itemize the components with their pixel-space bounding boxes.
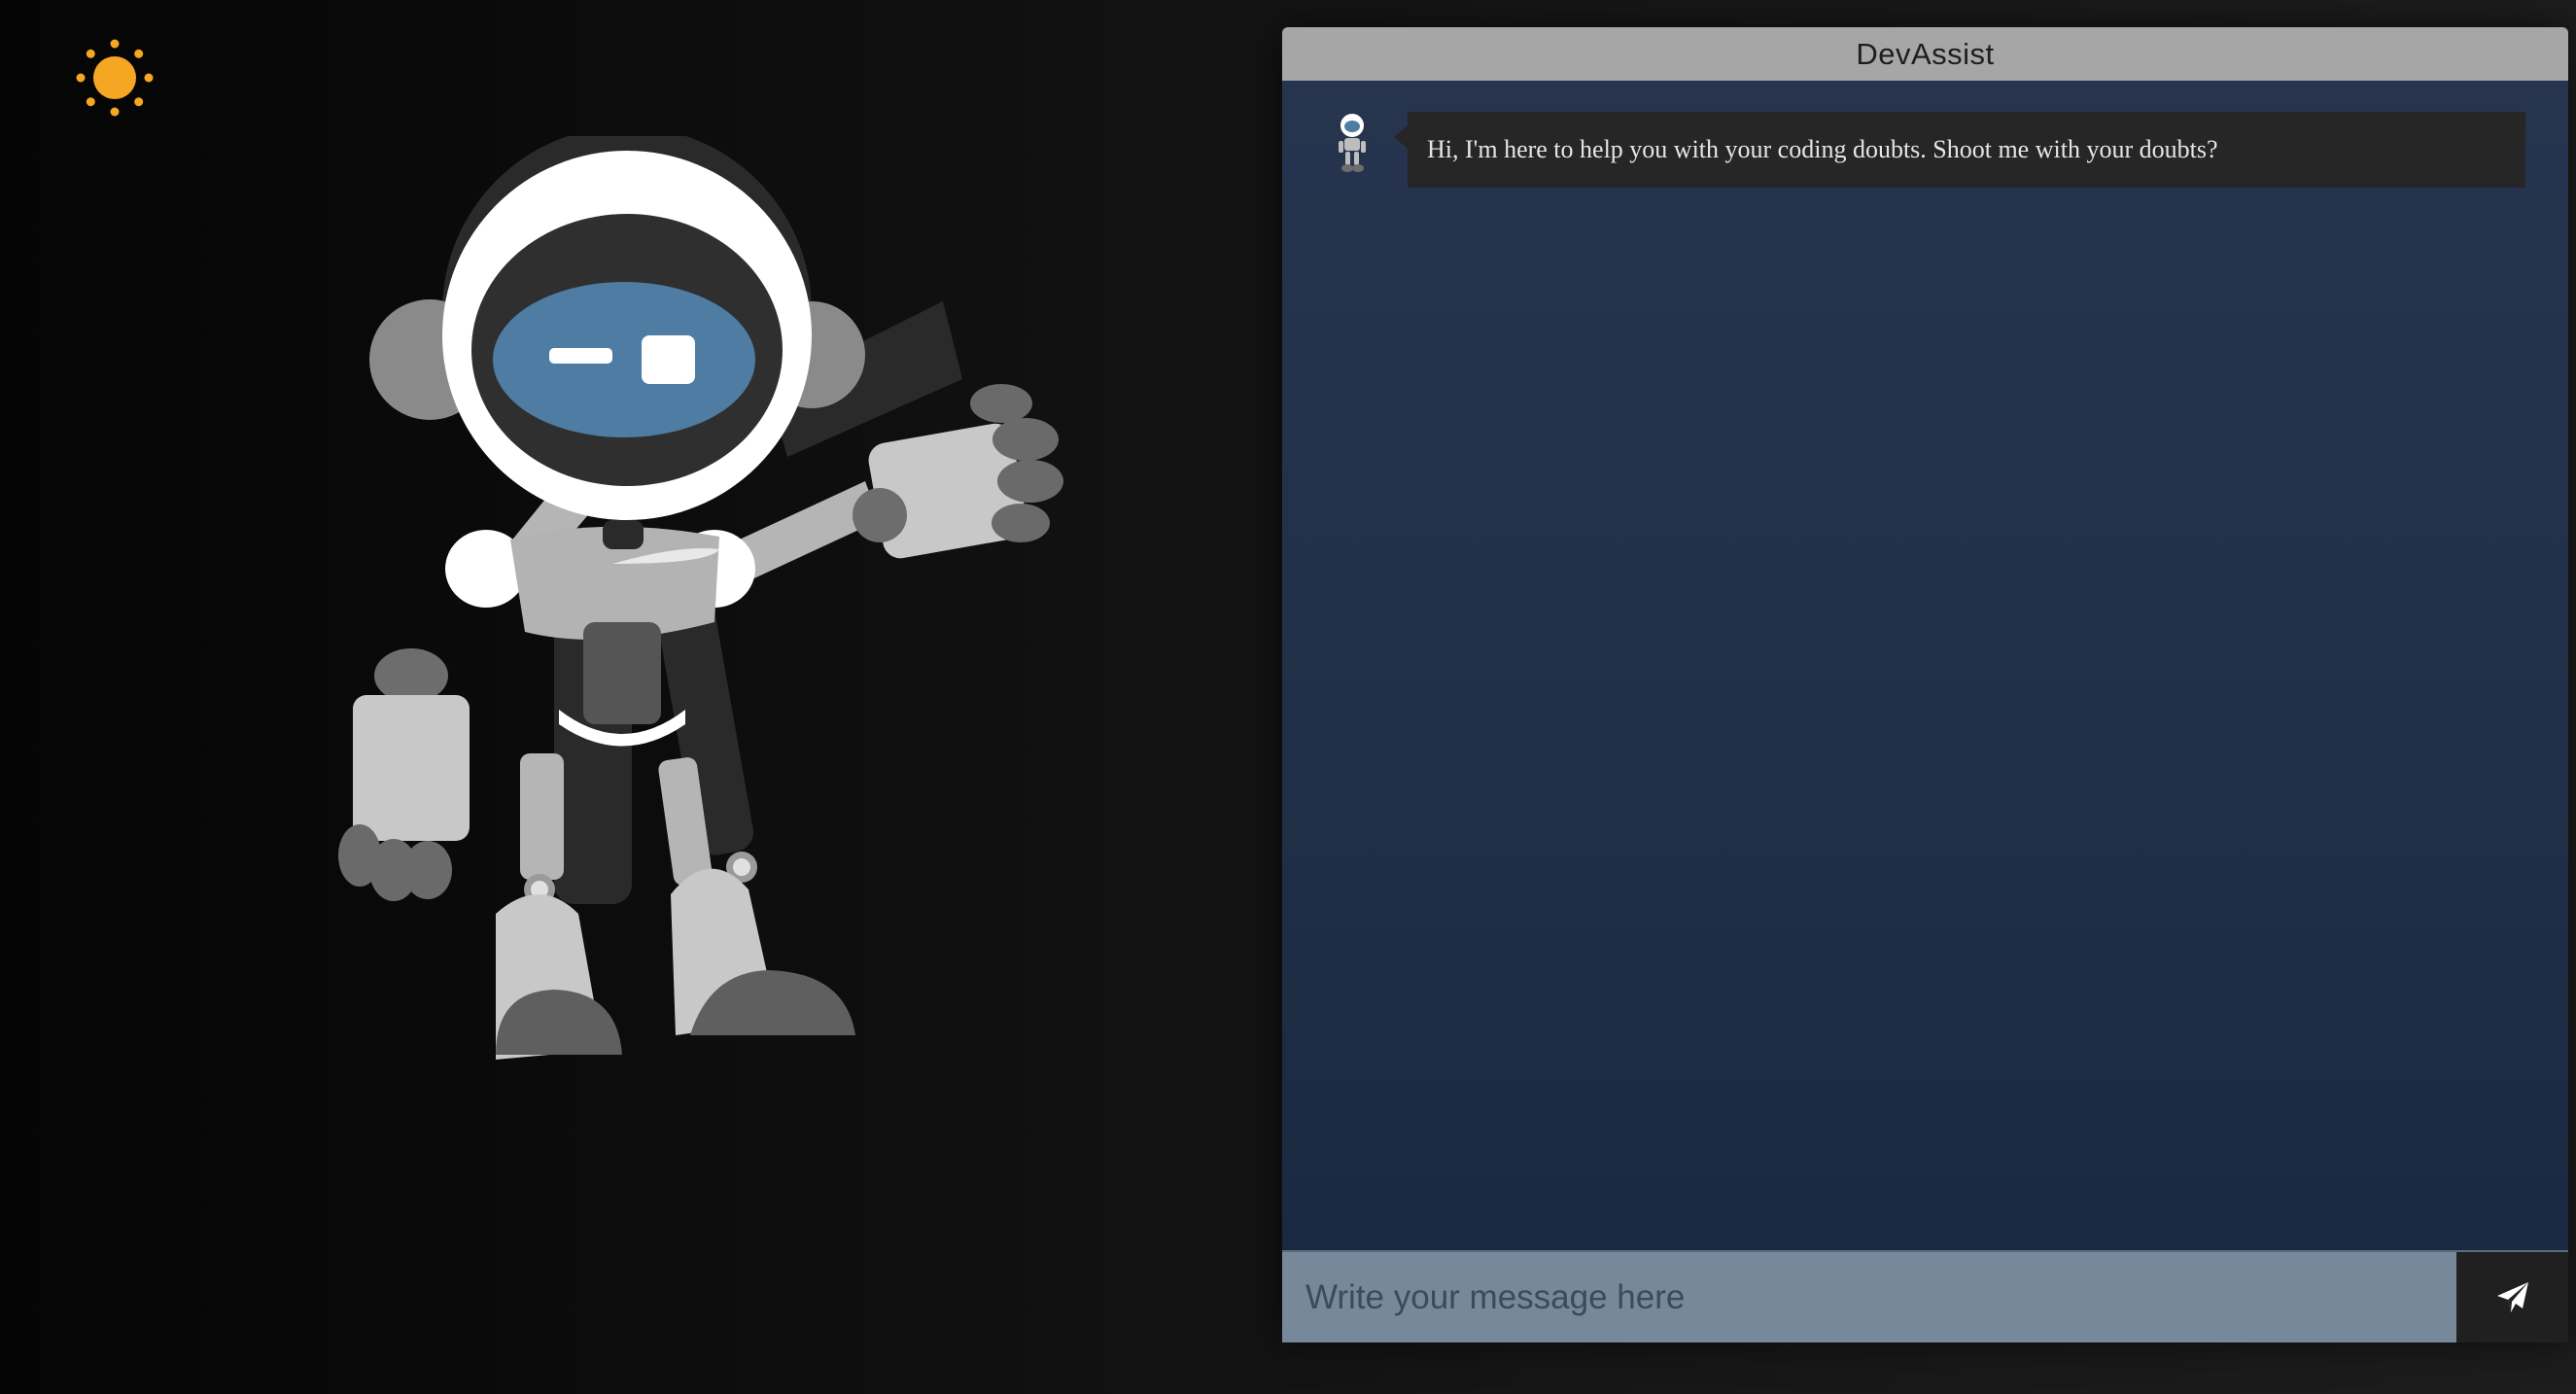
chat-messages: Hi, I'm here to help you with your codin…: [1282, 81, 2568, 1250]
theme-toggle-button[interactable]: [76, 39, 154, 117]
paper-plane-icon: [2496, 1281, 2528, 1312]
chat-panel: DevAssist Hi, I'm here to help you with …: [1282, 27, 2568, 1342]
sun-icon: [76, 39, 154, 117]
chat-input-bar: [1282, 1250, 2568, 1342]
robot-mascot-image: [338, 136, 1063, 1060]
send-button[interactable]: [2456, 1252, 2568, 1342]
robot-illustration: [321, 136, 1128, 1118]
chat-title: DevAssist: [1282, 27, 2568, 81]
bot-message: Hi, I'm here to help you with your codin…: [1282, 112, 2568, 188]
app-page: DevAssist Hi, I'm here to help you with …: [0, 0, 2576, 1394]
robot-avatar-icon: [1331, 112, 1374, 174]
message-input[interactable]: [1282, 1252, 2456, 1342]
message-text: Hi, I'm here to help you with your codin…: [1394, 112, 2525, 188]
